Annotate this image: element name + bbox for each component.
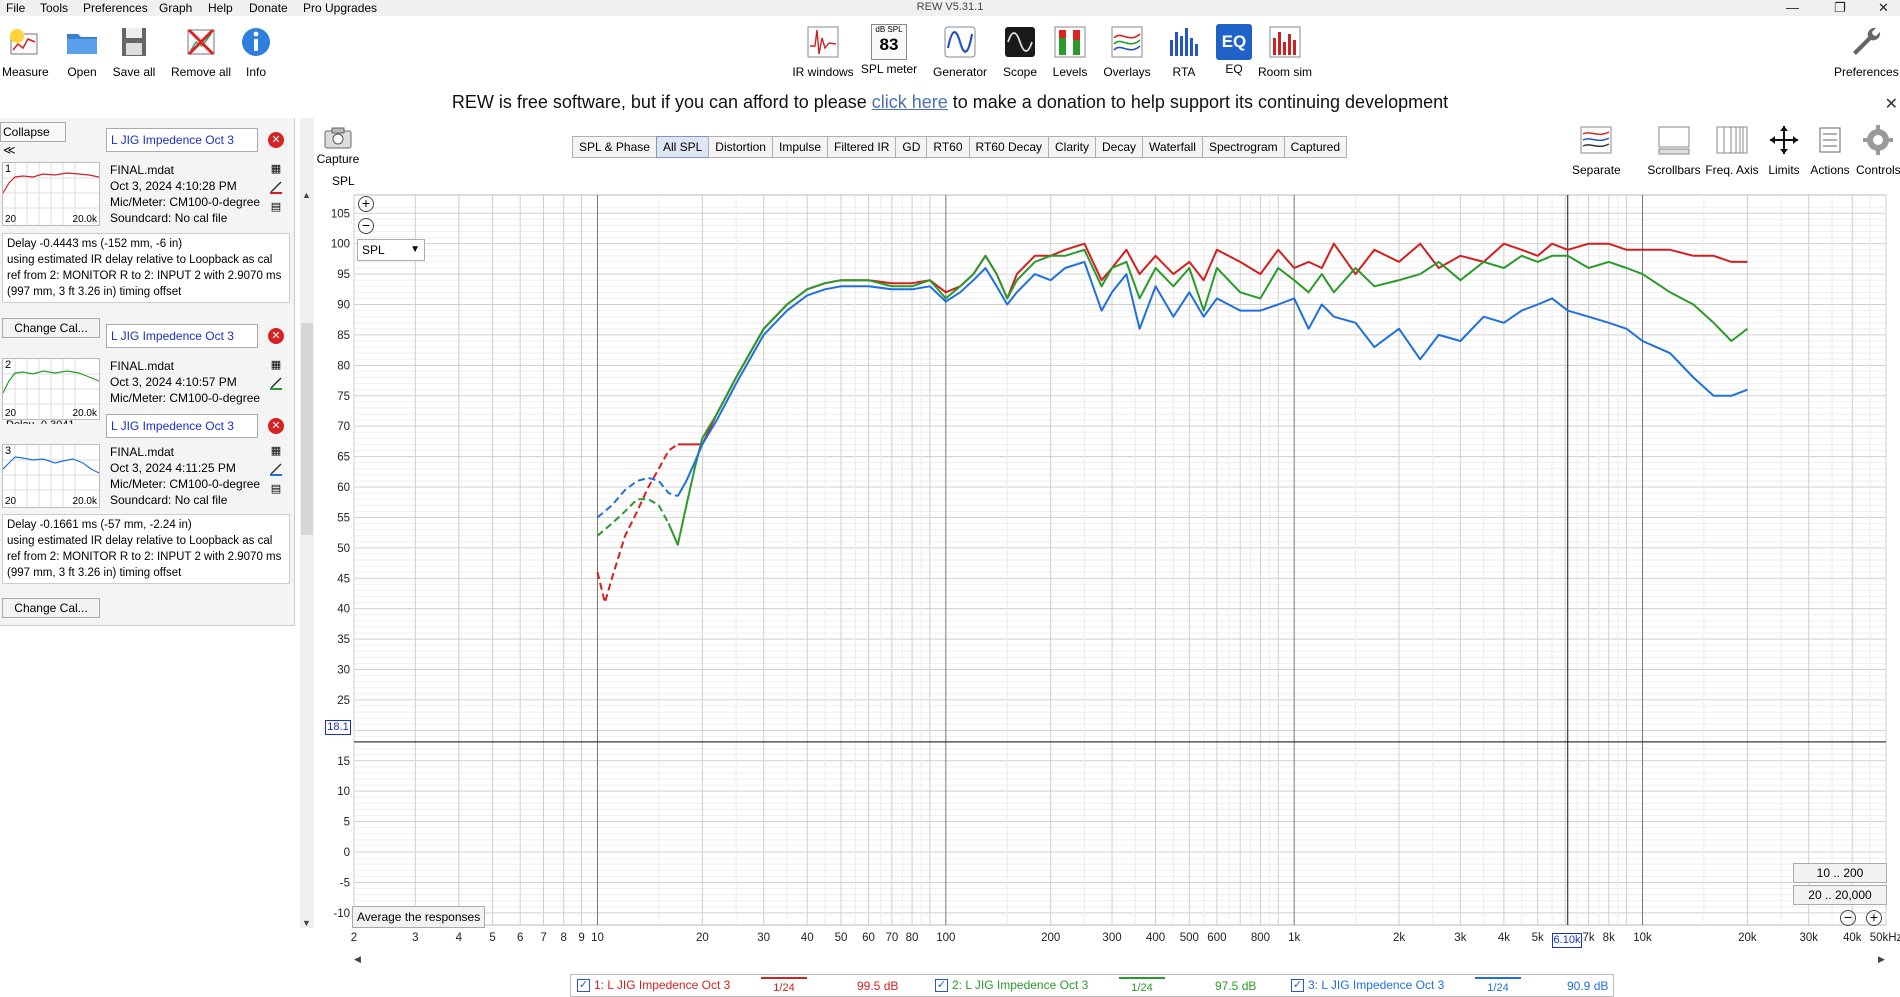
trace-line <box>667 248 1749 546</box>
legend-value: 97.5 dB <box>1215 979 1257 993</box>
scroll-left-icon[interactable]: ◀ <box>354 954 361 965</box>
legend-checkbox[interactable]: ✓ <box>935 979 948 993</box>
legend-name: 2: L JIG Impedence Oct 3 <box>952 978 1089 992</box>
y-tick-label: 40 <box>337 604 350 616</box>
x-tick-label: 30 <box>757 932 770 944</box>
y-tick-label: -10 <box>333 908 350 920</box>
x-tick-label: 7k <box>1582 932 1594 944</box>
y-tick-label: 15 <box>337 756 350 768</box>
y-tick-label: 50 <box>337 543 350 555</box>
y-tick-label: 30 <box>337 665 350 677</box>
x-tick-label: 20k <box>1738 932 1757 944</box>
legend-checkbox[interactable]: ✓ <box>577 979 590 993</box>
y-tick-label: 35 <box>337 634 350 646</box>
trace-line <box>676 260 1748 497</box>
x-tick-label: 4 <box>456 932 463 944</box>
x-tick-label: 30k <box>1799 932 1818 944</box>
x-tick-label: 8k <box>1603 932 1615 944</box>
x-tick-label: 1k <box>1288 932 1300 944</box>
legend-value: 99.5 dB <box>857 979 899 993</box>
spl-dropdown-value: SPL <box>362 243 385 257</box>
x-tick-label: 400 <box>1146 932 1165 944</box>
x-tick-label: 5 <box>489 932 495 944</box>
x-tick-label: 10k <box>1633 932 1652 944</box>
cursor-x-readout: 6.10k <box>1552 933 1582 948</box>
spl-dropdown[interactable]: SPL ▼ <box>357 239 425 261</box>
legend-checkbox[interactable]: ✓ <box>1291 979 1304 993</box>
x-tick-label: 50 <box>835 932 848 944</box>
average-responses-button[interactable]: Average the responses <box>352 906 486 928</box>
legend-smoothing[interactable]: 1/24 <box>761 977 807 995</box>
x-axis-ticks: 2 3 4 5 6 7 8 9 10 20 30 40 50 60 70 80 100 200 300 400 500 6… <box>351 932 1900 944</box>
x-tick-label: 9 <box>578 932 584 944</box>
legend-smoothing[interactable]: 1/24 <box>1475 977 1521 995</box>
y-axis-ticks: 1051009590858075706560555045403530252015… <box>331 208 350 920</box>
y-tick-label: 60 <box>337 482 350 494</box>
x-tick-label: 600 <box>1207 932 1226 944</box>
x-tick-label: 2k <box>1393 932 1405 944</box>
x-tick-label: 5k <box>1532 932 1544 944</box>
graph-grid <box>353 194 1887 926</box>
x-tick-label: 40k <box>1843 932 1862 944</box>
x-tick-label: 100 <box>936 932 955 944</box>
chevron-down-icon: ▼ <box>410 244 420 255</box>
range-20-20000-button[interactable]: 20 .. 20,000 <box>1793 885 1887 905</box>
y-tick-label: 75 <box>337 391 350 403</box>
y-tick-label: 95 <box>337 269 350 281</box>
zoom-out-x-icon[interactable]: − <box>1840 910 1856 926</box>
legend-value: 90.9 dB <box>1567 979 1609 993</box>
y-tick-label: 10 <box>337 786 350 798</box>
x-tick-label: 200 <box>1041 932 1060 944</box>
trace-1 <box>596 242 1748 607</box>
x-tick-label: 3 <box>412 932 418 944</box>
y-tick-label: 85 <box>337 330 350 342</box>
zoom-in-x-icon[interactable]: + <box>1866 910 1882 926</box>
scroll-right-icon[interactable]: ▶ <box>1878 954 1885 965</box>
y-tick-label: 65 <box>337 452 350 464</box>
y-axis-title: SPL <box>332 174 355 188</box>
y-tick-label: -5 <box>340 877 350 889</box>
x-tick-label: 80 <box>906 932 919 944</box>
y-tick-label: 45 <box>337 573 350 585</box>
spl-graph[interactable]: 1051009590858075706560555045403530252015… <box>0 0 1900 997</box>
zoom-out-y-icon[interactable]: − <box>358 218 374 234</box>
range-10-200-button[interactable]: 10 .. 200 <box>1793 863 1887 883</box>
legend-smoothing[interactable]: 1/24 <box>1119 977 1165 995</box>
y-tick-label: 80 <box>337 360 350 372</box>
x-tick-label: 2 <box>351 932 357 944</box>
y-tick-label: 105 <box>331 208 350 220</box>
graph-legend: ✓ 1: L JIG Impedence Oct 3 1/24 99.5 dB ✓… <box>570 974 1614 997</box>
x-tick-label: 500 <box>1180 932 1199 944</box>
y-tick-label: 90 <box>337 300 350 312</box>
legend-name: 1: L JIG Impedence Oct 3 <box>594 978 731 992</box>
legend-item-1[interactable]: ✓ 1: L JIG Impedence Oct 3 <box>577 978 731 993</box>
legend-name: 3: L JIG Impedence Oct 3 <box>1308 978 1445 992</box>
y-tick-label: 0 <box>344 847 350 859</box>
x-tick-label: 800 <box>1251 932 1270 944</box>
zoom-in-y-icon[interactable]: + <box>358 196 374 212</box>
legend-item-2[interactable]: ✓ 2: L JIG Impedence Oct 3 <box>935 978 1089 993</box>
x-tick-label: 6 <box>517 932 523 944</box>
y-tick-label: 100 <box>331 239 350 251</box>
x-tick-label: 300 <box>1102 932 1121 944</box>
x-tick-label: 8 <box>561 932 567 944</box>
graph-traces <box>596 242 1749 607</box>
x-tick-label: 10 <box>591 932 604 944</box>
y-tick-label: 55 <box>337 512 350 524</box>
x-tick-label: 40 <box>801 932 814 944</box>
x-tick-label: 4k <box>1498 932 1510 944</box>
x-tick-label: 20 <box>696 932 709 944</box>
x-tick-label: 70 <box>885 932 898 944</box>
x-tick-label: 7 <box>540 932 546 944</box>
y-tick-label: 70 <box>337 421 350 433</box>
trace-2 <box>596 248 1749 546</box>
y-tick-label: 5 <box>344 817 350 829</box>
x-tick-label: 60 <box>862 932 875 944</box>
y-tick-label: 25 <box>337 695 350 707</box>
cursor-y-readout: 18.1 <box>325 720 351 735</box>
x-tick-label: 3k <box>1454 932 1466 944</box>
x-tick-label: 50kHz <box>1870 932 1900 944</box>
legend-item-3[interactable]: ✓ 3: L JIG Impedence Oct 3 <box>1291 978 1445 993</box>
